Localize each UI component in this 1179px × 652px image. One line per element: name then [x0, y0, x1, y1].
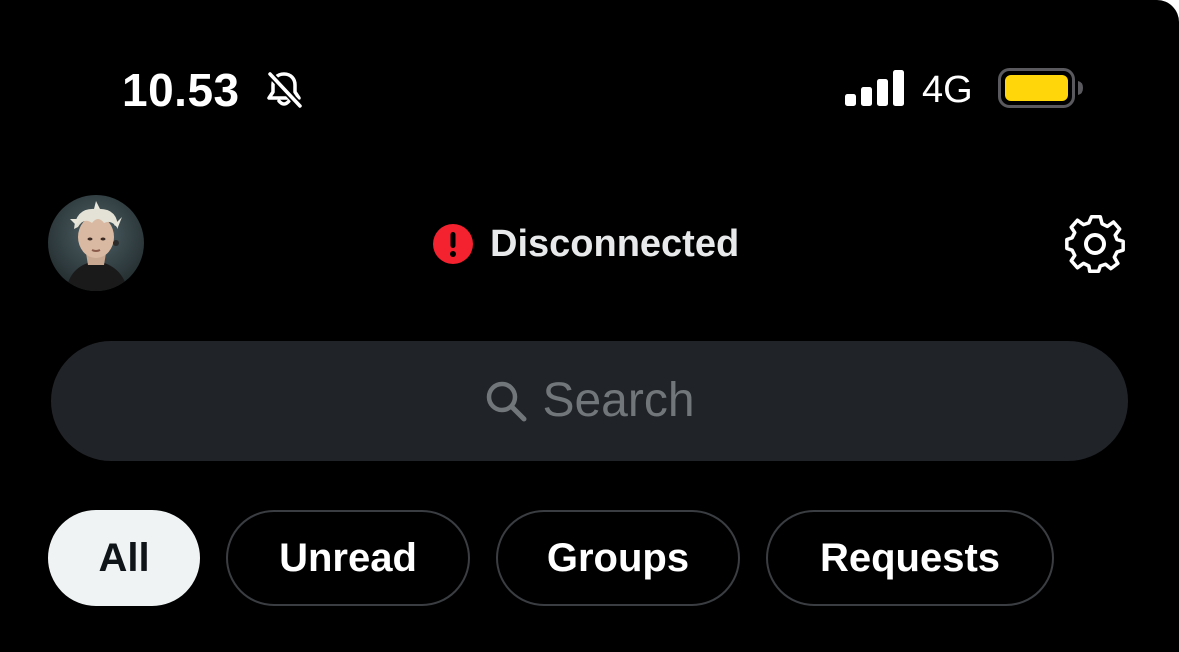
search-icon	[487, 381, 527, 422]
messages-screen: 10.53 4G Disconnected Search All Unread …	[0, 0, 1179, 652]
filter-all[interactable]: All	[48, 510, 200, 606]
status-time: 10.53	[122, 64, 240, 116]
search-bar[interactable]: Search	[51, 341, 1128, 461]
avatar-image	[48, 195, 144, 291]
search-placeholder: Search	[542, 374, 695, 427]
network-type: 4G	[922, 69, 973, 111]
filter-requests[interactable]: Requests	[766, 510, 1054, 606]
profile-avatar[interactable]	[48, 195, 144, 291]
alert-icon	[433, 224, 473, 264]
gear-icon[interactable]	[1062, 211, 1128, 277]
battery-icon	[998, 68, 1083, 108]
connection-status: Disconnected	[432, 222, 739, 266]
cellular-signal-icon	[845, 70, 904, 106]
bell-slash-icon	[267, 71, 303, 109]
filter-unread[interactable]: Unread	[226, 510, 470, 606]
filter-groups[interactable]: Groups	[496, 510, 740, 606]
connection-status-text: Disconnected	[490, 223, 740, 265]
filter-chips: All Unread Groups Requests	[48, 510, 1080, 606]
